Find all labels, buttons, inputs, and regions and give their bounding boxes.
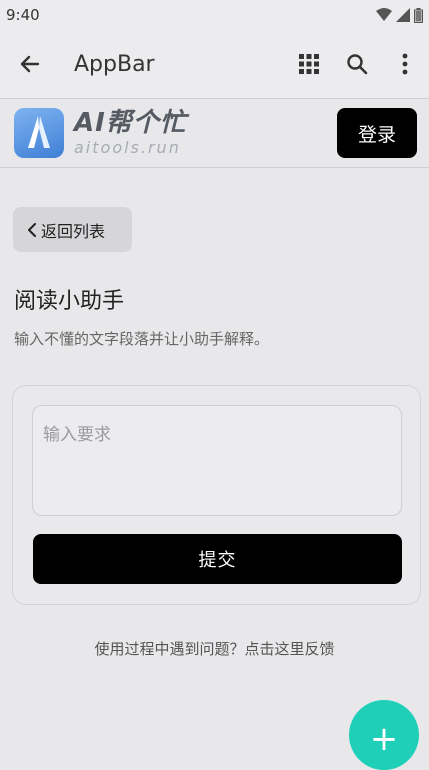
back-to-list-button[interactable]: 返回列表 bbox=[13, 207, 132, 252]
battery-icon bbox=[414, 7, 423, 23]
feedback-link[interactable]: 使用过程中遇到问题？点击这里反馈 bbox=[0, 638, 429, 659]
back-button[interactable] bbox=[0, 30, 60, 98]
login-button[interactable]: 登录 bbox=[337, 108, 417, 158]
page-title: 阅读小助手 bbox=[14, 289, 125, 314]
floating-action-button[interactable]: + bbox=[349, 700, 419, 770]
more-options-button[interactable] bbox=[381, 30, 429, 98]
brand-text: AI帮个忙 aitools.run bbox=[74, 110, 187, 156]
signal-icon bbox=[396, 8, 410, 22]
page-description: 输入不懂的文字段落并让小助手解释。 bbox=[14, 330, 270, 348]
brand-name: AI帮个忙 bbox=[74, 108, 187, 138]
appbar-actions bbox=[285, 30, 429, 98]
chevron-left-icon bbox=[27, 222, 37, 237]
apps-button[interactable] bbox=[285, 30, 333, 98]
submit-button[interactable]: 提交 bbox=[33, 534, 402, 584]
search-button[interactable] bbox=[333, 30, 381, 98]
wifi-icon bbox=[376, 8, 392, 21]
arrow-left-icon bbox=[20, 55, 40, 73]
brand-logo[interactable] bbox=[14, 108, 64, 158]
request-input[interactable] bbox=[32, 405, 402, 516]
status-icons bbox=[376, 7, 423, 23]
brand-header: AI帮个忙 aitools.run 登录 bbox=[0, 99, 429, 167]
app-bar: AppBar bbox=[0, 30, 429, 98]
plus-icon: + bbox=[369, 719, 399, 759]
search-icon bbox=[347, 54, 368, 75]
status-bar: 9:40 bbox=[0, 0, 429, 30]
request-card: 提交 bbox=[12, 385, 421, 605]
grid-icon bbox=[299, 54, 319, 74]
back-to-list-label: 返回列表 bbox=[41, 221, 106, 241]
praying-hands-logo-icon bbox=[28, 116, 50, 148]
brand-domain: aitools.run bbox=[74, 138, 181, 157]
more-vert-icon bbox=[402, 53, 408, 75]
appbar-title: AppBar bbox=[74, 51, 155, 77]
brand-divider bbox=[0, 167, 429, 168]
status-time: 9:40 bbox=[6, 6, 40, 24]
